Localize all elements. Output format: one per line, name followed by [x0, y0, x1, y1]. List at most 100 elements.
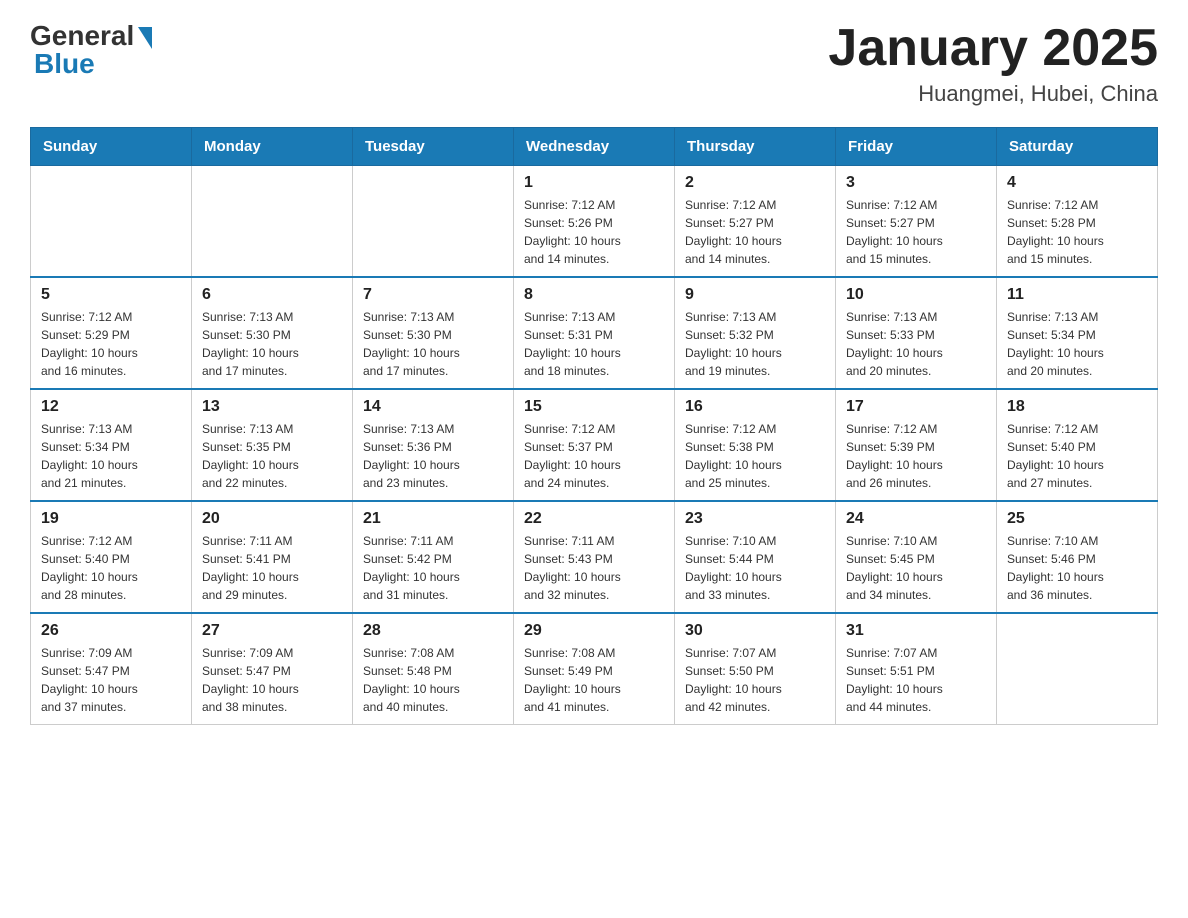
- day-info: Sunrise: 7:12 AMSunset: 5:27 PMDaylight:…: [685, 196, 825, 268]
- day-number: 21: [363, 510, 503, 528]
- day-number: 8: [524, 286, 664, 304]
- day-info: Sunrise: 7:08 AMSunset: 5:49 PMDaylight:…: [524, 644, 664, 716]
- day-info: Sunrise: 7:12 AMSunset: 5:39 PMDaylight:…: [846, 420, 986, 492]
- day-number: 28: [363, 622, 503, 640]
- calendar-cell: 15 Sunrise: 7:12 AMSunset: 5:37 PMDayligh…: [514, 389, 675, 501]
- calendar-cell: 17 Sunrise: 7:12 AMSunset: 5:39 PMDayligh…: [836, 389, 997, 501]
- day-info: Sunrise: 7:09 AMSunset: 5:47 PMDaylight:…: [41, 644, 181, 716]
- calendar-cell: 31Sunrise: 7:07 AMSunset: 5:51 PMDayligh…: [836, 613, 997, 725]
- calendar-cell: 9Sunrise: 7:13 AMSunset: 5:32 PMDaylight…: [675, 277, 836, 389]
- calendar-cell: 3 Sunrise: 7:12 AMSunset: 5:27 PMDaylight…: [836, 166, 997, 278]
- calendar-cell: 8 Sunrise: 7:13 AMSunset: 5:31 PMDaylight…: [514, 277, 675, 389]
- day-number: 3: [846, 174, 986, 192]
- logo-triangle-icon: [138, 27, 152, 49]
- calendar-header-row: SundayMondayTuesdayWednesdayThursdayFrid…: [31, 128, 1158, 166]
- day-info: Sunrise: 7:13 AMSunset: 5:35 PMDaylight:…: [202, 420, 342, 492]
- calendar-subtitle: Huangmei, Hubei, China: [828, 81, 1158, 107]
- day-number: 10: [846, 286, 986, 304]
- day-number: 16: [685, 398, 825, 416]
- calendar-cell: 26 Sunrise: 7:09 AMSunset: 5:47 PMDayligh…: [31, 613, 192, 725]
- calendar-cell: 5Sunrise: 7:12 AMSunset: 5:29 PMDaylight…: [31, 277, 192, 389]
- calendar-cell: [31, 166, 192, 278]
- calendar-cell: 6 Sunrise: 7:13 AMSunset: 5:30 PMDaylight…: [192, 277, 353, 389]
- day-number: 2: [685, 174, 825, 192]
- day-info: Sunrise: 7:13 AMSunset: 5:31 PMDaylight:…: [524, 308, 664, 380]
- day-info: Sunrise: 7:09 AMSunset: 5:47 PMDaylight:…: [202, 644, 342, 716]
- calendar-cell: 1Sunrise: 7:12 AMSunset: 5:26 PMDaylight…: [514, 166, 675, 278]
- calendar-cell: 19 Sunrise: 7:12 AMSunset: 5:40 PMDayligh…: [31, 501, 192, 613]
- day-number: 15: [524, 398, 664, 416]
- calendar-cell: 4 Sunrise: 7:12 AMSunset: 5:28 PMDaylight…: [997, 166, 1158, 278]
- day-info: Sunrise: 7:12 AMSunset: 5:26 PMDaylight:…: [524, 196, 664, 268]
- day-number: 7: [363, 286, 503, 304]
- calendar-day-header: Tuesday: [353, 128, 514, 166]
- calendar-cell: 11Sunrise: 7:13 AMSunset: 5:34 PMDayligh…: [997, 277, 1158, 389]
- calendar-day-header: Saturday: [997, 128, 1158, 166]
- calendar-day-header: Sunday: [31, 128, 192, 166]
- calendar-cell: 25 Sunrise: 7:10 AMSunset: 5:46 PMDayligh…: [997, 501, 1158, 613]
- calendar-cell: 10 Sunrise: 7:13 AMSunset: 5:33 PMDayligh…: [836, 277, 997, 389]
- calendar-week-row: 1Sunrise: 7:12 AMSunset: 5:26 PMDaylight…: [31, 166, 1158, 278]
- day-info: Sunrise: 7:10 AMSunset: 5:44 PMDaylight:…: [685, 532, 825, 604]
- day-number: 25: [1007, 510, 1147, 528]
- day-number: 5: [41, 286, 181, 304]
- calendar-cell: [192, 166, 353, 278]
- day-number: 22: [524, 510, 664, 528]
- calendar-cell: 23 Sunrise: 7:10 AMSunset: 5:44 PMDayligh…: [675, 501, 836, 613]
- calendar-cell: 18 Sunrise: 7:12 AMSunset: 5:40 PMDayligh…: [997, 389, 1158, 501]
- day-number: 17: [846, 398, 986, 416]
- calendar-day-header: Wednesday: [514, 128, 675, 166]
- day-number: 24: [846, 510, 986, 528]
- calendar-day-header: Monday: [192, 128, 353, 166]
- logo-blue-text: Blue: [30, 48, 95, 80]
- day-number: 27: [202, 622, 342, 640]
- calendar-cell: 2 Sunrise: 7:12 AMSunset: 5:27 PMDaylight…: [675, 166, 836, 278]
- day-number: 6: [202, 286, 342, 304]
- day-info: Sunrise: 7:10 AMSunset: 5:45 PMDaylight:…: [846, 532, 986, 604]
- day-info: Sunrise: 7:11 AMSunset: 5:42 PMDaylight:…: [363, 532, 503, 604]
- day-info: Sunrise: 7:12 AMSunset: 5:38 PMDaylight:…: [685, 420, 825, 492]
- day-info: Sunrise: 7:10 AMSunset: 5:46 PMDaylight:…: [1007, 532, 1147, 604]
- day-info: Sunrise: 7:13 AMSunset: 5:30 PMDaylight:…: [202, 308, 342, 380]
- calendar-cell: 21 Sunrise: 7:11 AMSunset: 5:42 PMDayligh…: [353, 501, 514, 613]
- day-number: 19: [41, 510, 181, 528]
- calendar-week-row: 5Sunrise: 7:12 AMSunset: 5:29 PMDaylight…: [31, 277, 1158, 389]
- day-number: 12: [41, 398, 181, 416]
- calendar-cell: 20Sunrise: 7:11 AMSunset: 5:41 PMDayligh…: [192, 501, 353, 613]
- day-info: Sunrise: 7:11 AMSunset: 5:43 PMDaylight:…: [524, 532, 664, 604]
- calendar-week-row: 26 Sunrise: 7:09 AMSunset: 5:47 PMDayligh…: [31, 613, 1158, 725]
- day-info: Sunrise: 7:08 AMSunset: 5:48 PMDaylight:…: [363, 644, 503, 716]
- calendar-title: January 2025: [828, 20, 1158, 77]
- day-number: 30: [685, 622, 825, 640]
- day-info: Sunrise: 7:12 AMSunset: 5:40 PMDaylight:…: [1007, 420, 1147, 492]
- day-number: 26: [41, 622, 181, 640]
- day-info: Sunrise: 7:12 AMSunset: 5:27 PMDaylight:…: [846, 196, 986, 268]
- day-info: Sunrise: 7:13 AMSunset: 5:36 PMDaylight:…: [363, 420, 503, 492]
- day-info: Sunrise: 7:12 AMSunset: 5:28 PMDaylight:…: [1007, 196, 1147, 268]
- day-number: 4: [1007, 174, 1147, 192]
- day-number: 9: [685, 286, 825, 304]
- day-info: Sunrise: 7:13 AMSunset: 5:30 PMDaylight:…: [363, 308, 503, 380]
- calendar-cell: [353, 166, 514, 278]
- logo: General Blue: [30, 20, 152, 80]
- calendar-day-header: Thursday: [675, 128, 836, 166]
- day-info: Sunrise: 7:13 AMSunset: 5:33 PMDaylight:…: [846, 308, 986, 380]
- calendar-cell: 22 Sunrise: 7:11 AMSunset: 5:43 PMDayligh…: [514, 501, 675, 613]
- day-info: Sunrise: 7:12 AMSunset: 5:40 PMDaylight:…: [41, 532, 181, 604]
- calendar-table: SundayMondayTuesdayWednesdayThursdayFrid…: [30, 127, 1158, 725]
- page-header: General Blue January 2025 Huangmei, Hube…: [30, 20, 1158, 107]
- day-info: Sunrise: 7:13 AMSunset: 5:34 PMDaylight:…: [41, 420, 181, 492]
- calendar-cell: 14Sunrise: 7:13 AMSunset: 5:36 PMDayligh…: [353, 389, 514, 501]
- calendar-cell: 13Sunrise: 7:13 AMSunset: 5:35 PMDayligh…: [192, 389, 353, 501]
- day-number: 18: [1007, 398, 1147, 416]
- calendar-cell: 24 Sunrise: 7:10 AMSunset: 5:45 PMDayligh…: [836, 501, 997, 613]
- title-block: January 2025 Huangmei, Hubei, China: [828, 20, 1158, 107]
- calendar-week-row: 19 Sunrise: 7:12 AMSunset: 5:40 PMDayligh…: [31, 501, 1158, 613]
- day-number: 29: [524, 622, 664, 640]
- day-number: 23: [685, 510, 825, 528]
- calendar-cell: 7 Sunrise: 7:13 AMSunset: 5:30 PMDaylight…: [353, 277, 514, 389]
- day-info: Sunrise: 7:07 AMSunset: 5:50 PMDaylight:…: [685, 644, 825, 716]
- calendar-cell: 29 Sunrise: 7:08 AMSunset: 5:49 PMDayligh…: [514, 613, 675, 725]
- day-number: 31: [846, 622, 986, 640]
- day-info: Sunrise: 7:12 AMSunset: 5:37 PMDaylight:…: [524, 420, 664, 492]
